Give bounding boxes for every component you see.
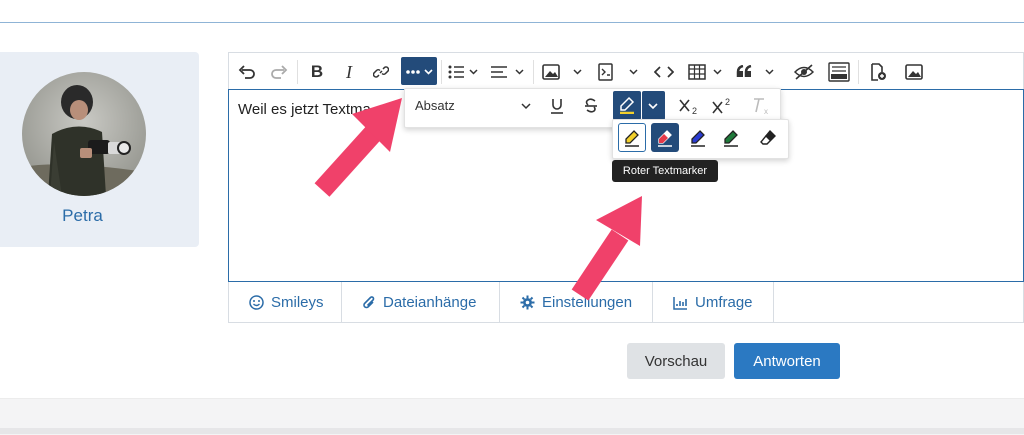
subscript-icon[interactable]: 2 [677, 94, 701, 118]
annotation-arrow [314, 98, 402, 197]
yellow-marker-icon[interactable] [618, 123, 646, 152]
footer-band [0, 428, 1024, 434]
quote-icon[interactable] [736, 60, 780, 84]
tab-smileys[interactable]: Smileys [249, 282, 324, 323]
smiley-icon [249, 295, 264, 310]
toolbar-separator [441, 60, 442, 84]
paperclip-icon [363, 295, 375, 308]
tab-attachments[interactable]: Dateianhänge [362, 282, 476, 323]
image-icon[interactable] [542, 60, 586, 84]
tab-separator [341, 282, 342, 323]
tooltip: Roter Textmarker [612, 160, 718, 182]
tab-label: Smileys [271, 294, 324, 311]
gallery-icon[interactable] [902, 60, 926, 84]
tab-label: Dateianhänge [383, 294, 477, 311]
tab-poll[interactable]: Umfrage [673, 282, 753, 323]
chevron-down-icon [521, 103, 531, 110]
gear-icon [520, 295, 535, 310]
list-icon[interactable] [448, 60, 480, 84]
svg-text:x: x [764, 107, 768, 115]
underline-icon[interactable] [546, 94, 568, 118]
clear-formatting-icon[interactable]: x [749, 94, 773, 118]
green-marker-icon[interactable] [717, 123, 745, 152]
redo-icon[interactable] [268, 60, 290, 84]
submit-button[interactable]: Antworten [734, 343, 840, 379]
top-divider [0, 22, 1024, 23]
tab-separator [773, 282, 774, 323]
paragraph-format-select[interactable]: Absatz [412, 96, 536, 116]
svg-text:2: 2 [692, 106, 697, 115]
tab-separator [499, 282, 500, 323]
tab-label: Umfrage [695, 294, 753, 311]
toolbar-separator [533, 60, 534, 84]
avatar[interactable] [22, 72, 146, 196]
paragraph-format-value: Absatz [415, 98, 455, 113]
undo-icon[interactable] [236, 60, 258, 84]
annotation-arrow [571, 196, 642, 301]
red-marker-icon[interactable] [651, 123, 679, 152]
strikethrough-icon[interactable] [580, 94, 602, 118]
blue-marker-icon[interactable] [684, 123, 712, 152]
file-add-icon[interactable] [866, 60, 890, 84]
superscript-icon[interactable]: 2 [710, 94, 734, 118]
svg-text:2: 2 [725, 97, 730, 107]
media-icon[interactable] [596, 60, 642, 84]
code-icon[interactable] [652, 60, 676, 84]
highlight-dropdown-button[interactable] [642, 91, 665, 120]
align-icon[interactable] [490, 60, 526, 84]
username[interactable]: Petra [0, 206, 165, 226]
spoiler-icon[interactable] [792, 60, 816, 84]
eraser-icon[interactable] [754, 123, 782, 152]
table-icon[interactable] [688, 60, 726, 84]
html-icon[interactable] [826, 60, 852, 84]
toolbar-separator [858, 60, 859, 84]
toolbar-separator [297, 60, 298, 84]
chart-icon [673, 296, 687, 310]
highlight-button[interactable] [613, 91, 641, 120]
preview-button[interactable]: Vorschau [627, 343, 725, 379]
